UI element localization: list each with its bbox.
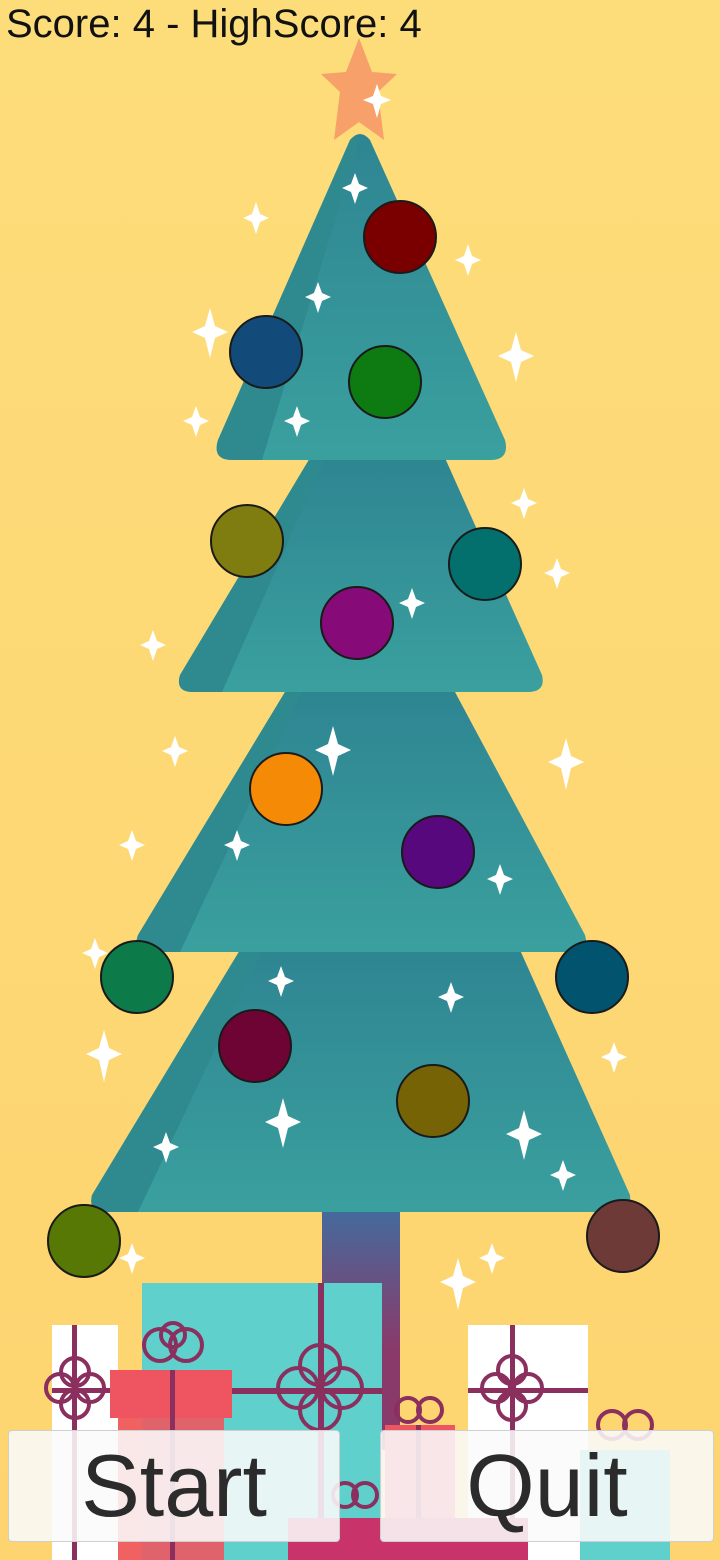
ornament[interactable] — [401, 815, 475, 889]
ornament[interactable] — [229, 315, 303, 389]
ornament[interactable] — [47, 1204, 121, 1278]
quit-button[interactable]: Quit — [380, 1430, 714, 1542]
ornament[interactable] — [348, 345, 422, 419]
ornament[interactable] — [586, 1199, 660, 1273]
ornament[interactable] — [218, 1009, 292, 1083]
ornament[interactable] — [396, 1064, 470, 1138]
star-icon — [321, 38, 397, 140]
ornament[interactable] — [210, 504, 284, 578]
ornament[interactable] — [100, 940, 174, 1014]
tree-tier-3 — [136, 692, 587, 952]
start-button[interactable]: Start — [8, 1430, 340, 1542]
ornament[interactable] — [448, 527, 522, 601]
ornament[interactable] — [555, 940, 629, 1014]
score-label: Score: 4 - HighScore: 4 — [6, 2, 422, 46]
game-scene — [44, 38, 670, 1560]
ornament[interactable] — [363, 200, 437, 274]
ornament[interactable] — [249, 752, 323, 826]
ornament[interactable] — [320, 586, 394, 660]
